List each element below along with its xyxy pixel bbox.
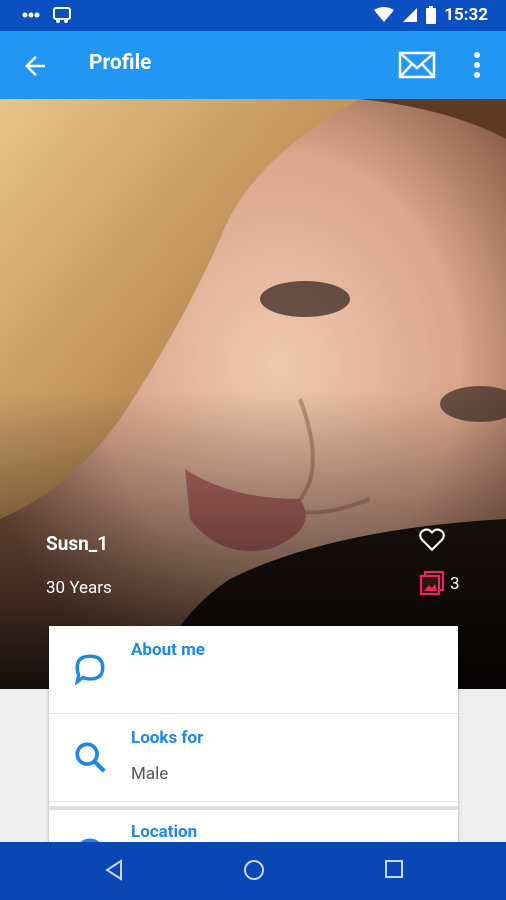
details-card: About me Looks for Male Location — [49, 626, 458, 842]
system-nav-bar — [0, 842, 506, 900]
status-time: 15:32 — [444, 5, 488, 25]
detail-label: Looks for — [131, 728, 204, 748]
back-arrow-icon[interactable] — [20, 51, 50, 81]
detail-value: Male — [131, 764, 169, 784]
mail-icon[interactable] — [398, 49, 436, 81]
detail-label: About me — [131, 640, 205, 660]
detail-row-location[interactable]: Location — [49, 806, 458, 842]
heart-icon[interactable] — [419, 528, 445, 552]
photos-icon[interactable] — [419, 570, 445, 596]
search-icon — [75, 742, 106, 773]
detail-label: Location — [131, 822, 198, 842]
car-icon — [53, 7, 71, 23]
chat-bubble-icon — [74, 654, 105, 686]
signal-icon — [403, 8, 418, 22]
more-vert-icon[interactable] — [464, 49, 490, 81]
user-age: 30 Years — [46, 578, 112, 598]
detail-row-looks-for[interactable]: Looks for Male — [49, 714, 458, 802]
nav-home-icon[interactable] — [243, 859, 265, 881]
detail-row-about[interactable]: About me — [49, 626, 458, 714]
photo-count: 3 — [450, 574, 460, 594]
notification-dots-icon — [22, 12, 40, 18]
battery-icon — [426, 6, 437, 24]
nav-recents-icon[interactable] — [384, 859, 404, 879]
wifi-icon — [374, 7, 395, 22]
nav-back-icon[interactable] — [104, 859, 124, 881]
app-bar: Profile — [0, 31, 506, 99]
user-name: Susn_1 — [46, 532, 109, 555]
status-bar: 15:32 — [0, 0, 506, 31]
profile-photo[interactable] — [0, 99, 506, 689]
page-title: Profile — [89, 51, 152, 75]
